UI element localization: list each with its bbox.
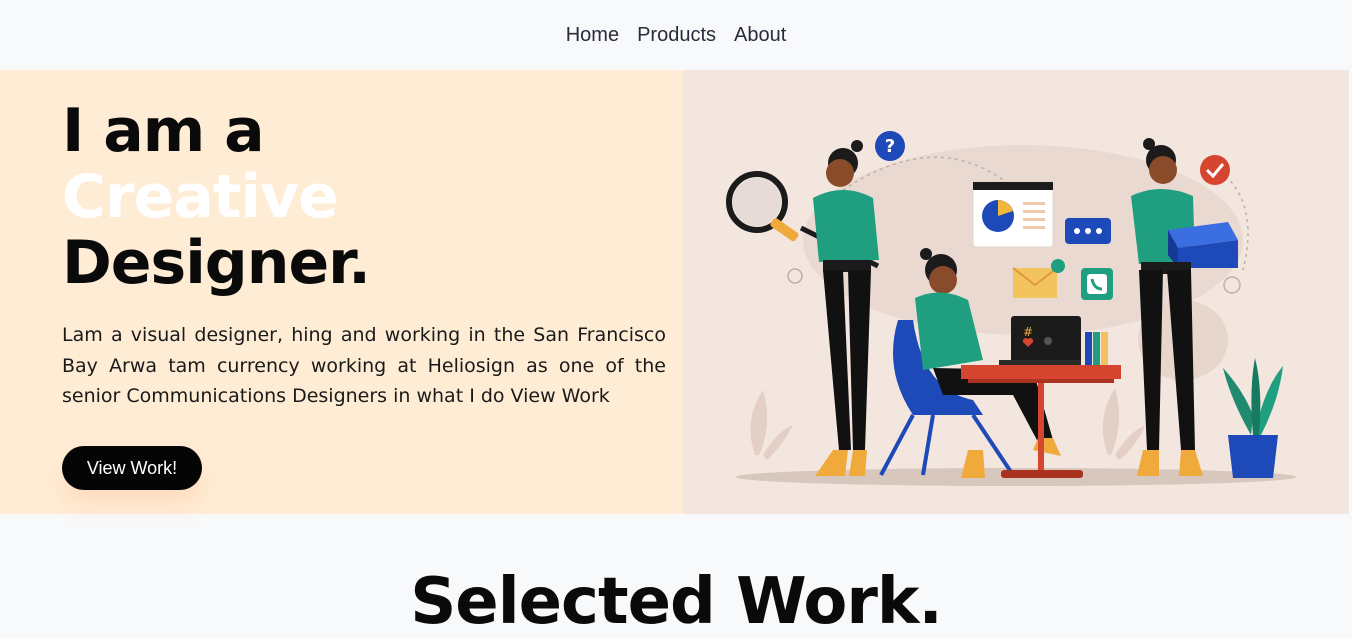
selected-work-title: Selected Work. [410, 565, 943, 638]
globe-icon [1223, 276, 1241, 294]
svg-text:?: ? [885, 136, 895, 157]
svg-text:#: # [1023, 325, 1033, 339]
box-icon [1168, 222, 1238, 268]
plant-icon [1223, 358, 1283, 478]
nav-home-link[interactable]: Home [566, 24, 619, 47]
desk: # [961, 316, 1121, 478]
question-icon: ? [875, 131, 905, 161]
nav-products-link[interactable]: Products [637, 24, 716, 47]
phone-icon [1081, 268, 1113, 300]
hero-heading-line2: Creative [62, 162, 339, 232]
hero-bio: Lam a visual designer, hing and working … [62, 324, 666, 407]
laptop-icon: # [999, 316, 1081, 365]
hero-illustration-panel: ? # [683, 70, 1349, 514]
chart-window-icon [972, 181, 1054, 248]
check-badge-icon [1200, 155, 1230, 185]
top-nav: Home Products About [0, 0, 1352, 70]
chat-bubble-icon [1065, 218, 1111, 244]
hero-heading-line3: Designer. [62, 228, 371, 298]
hero-heading-line1: I am a [62, 96, 265, 166]
designer-illustration: ? # [726, 131, 1296, 486]
view-work-button[interactable]: View Work! [62, 446, 202, 490]
nav-about-link[interactable]: About [734, 24, 786, 47]
